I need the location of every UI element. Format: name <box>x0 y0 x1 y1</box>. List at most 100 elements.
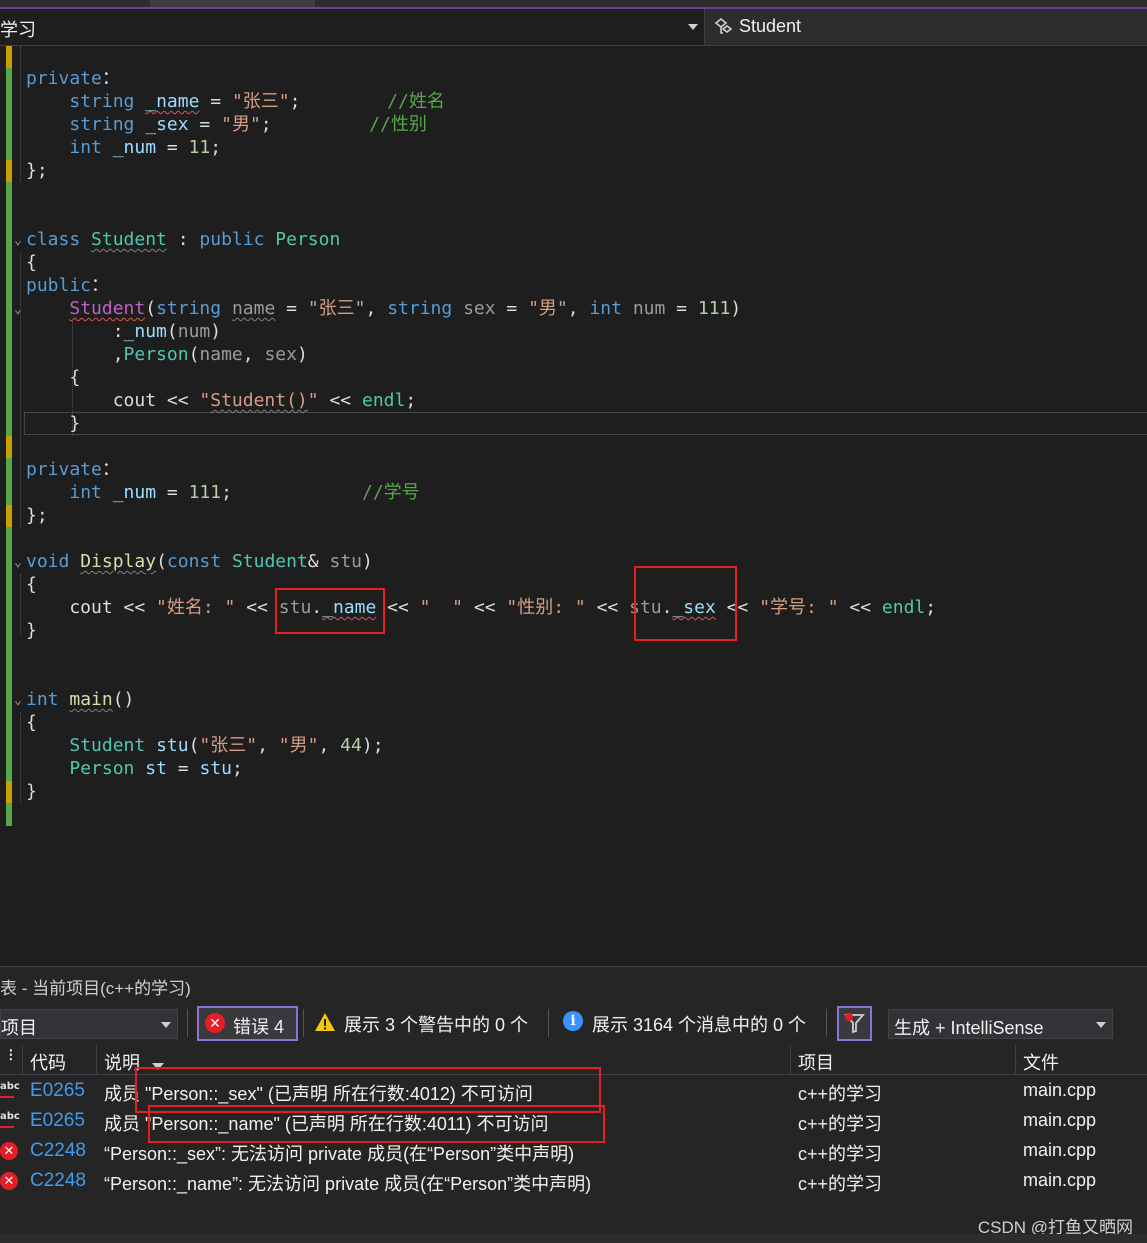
error-code[interactable]: E0265 <box>30 1110 85 1132</box>
code-line[interactable]: private： <box>26 67 120 90</box>
code-token: num <box>177 321 211 342</box>
code-line[interactable]: class Student : public Person <box>26 228 340 251</box>
code-line[interactable]: public： <box>26 274 109 297</box>
code-line[interactable]: }; <box>26 159 48 182</box>
document-tab[interactable] <box>150 0 315 7</box>
code-token: , <box>365 298 388 319</box>
code-token: string <box>69 91 135 112</box>
chevron-down-icon[interactable] <box>161 1022 171 1028</box>
code-line[interactable]: } <box>26 619 37 642</box>
code-line[interactable]: { <box>26 711 37 734</box>
fold-chevron-icon[interactable]: ⌄ <box>14 555 22 570</box>
scope-combo[interactable]: 项目 <box>0 1009 178 1039</box>
error-project: c++的学习 <box>798 1144 883 1164</box>
code-line[interactable]: cout << "姓名: " << stu._name << " " << "性… <box>26 596 936 619</box>
code-token: string <box>156 298 222 319</box>
toolbar-separator <box>303 1009 304 1037</box>
code-line[interactable]: } <box>26 780 37 803</box>
code-token: ( <box>188 735 200 756</box>
class-icon <box>714 17 733 34</box>
code-token: const <box>166 551 222 572</box>
code-token: " <box>199 390 211 411</box>
column-header-project[interactable]: 项目 <box>798 1049 834 1075</box>
indent-guide <box>20 574 21 636</box>
code-token: ; <box>925 597 937 618</box>
code-token: private <box>26 459 102 480</box>
error-list-title: 表 - 当前项目(c++的学习) <box>0 979 191 998</box>
code-line[interactable]: :_num(num) <box>26 320 221 343</box>
column-header-file[interactable]: 文件 <box>1023 1049 1059 1075</box>
code-token: ( <box>156 551 167 572</box>
code-line[interactable]: } <box>26 412 80 435</box>
code-line[interactable]: { <box>26 573 37 596</box>
code-line[interactable]: string _sex = "男"; //性别 <box>26 113 427 136</box>
code-token: _num <box>112 137 157 158</box>
unsaved-change-bar <box>6 436 12 458</box>
code-token: = <box>166 758 200 779</box>
code-token: //性别 <box>369 114 427 135</box>
code-line[interactable]: string _name = "张三"; //姓名 <box>26 90 445 113</box>
chevron-down-icon[interactable] <box>688 24 698 30</box>
code-line[interactable]: cout << "Student()" << endl; <box>26 389 417 412</box>
code-token: string <box>387 298 453 319</box>
column-header-code[interactable]: 代码 <box>30 1049 66 1075</box>
code-line[interactable]: void Display(const Student& stu) <box>26 550 373 573</box>
chevron-down-icon[interactable] <box>1096 1022 1106 1028</box>
code-line[interactable]: private： <box>26 458 120 481</box>
error-code[interactable]: C2248 <box>30 1170 86 1192</box>
code-token: & <box>307 551 330 572</box>
code-line[interactable]: { <box>26 251 37 274</box>
code-line[interactable]: { <box>26 366 80 389</box>
code-token: ) <box>296 344 308 365</box>
code-line[interactable]: Student stu("张三", "男", 44); <box>26 734 383 757</box>
fold-chevron-icon[interactable]: ⌄ <box>14 302 22 317</box>
code-line[interactable]: Person st = stu; <box>26 757 242 780</box>
code-line[interactable]: int main() <box>26 688 134 711</box>
code-token: public <box>199 229 265 250</box>
column-options-icon[interactable]: ⁝ <box>8 1045 14 1066</box>
code-line[interactable]: int _num = 111; //学号 <box>26 481 420 504</box>
code-token: ： <box>101 68 120 89</box>
code-token: ( <box>188 344 200 365</box>
error-code[interactable]: E0265 <box>30 1080 85 1102</box>
fold-chevron-icon[interactable]: ⌄ <box>14 693 22 708</box>
code-token: ; <box>221 482 362 503</box>
code-token: int <box>589 298 622 319</box>
code-token: Person <box>123 344 189 365</box>
project-scope-dropdown[interactable]: 学习 <box>0 9 705 45</box>
code-token: = <box>156 137 189 158</box>
code-token: sex <box>264 344 297 365</box>
unsaved-change-bar <box>6 781 12 803</box>
code-editor[interactable]: ⌄ ⌄ ⌄ ⌄ private： string _name = "张三"; //… <box>0 46 1147 966</box>
build-source-combo[interactable]: 生成 + IntelliSense <box>888 1009 1113 1039</box>
code-token: 111 <box>188 482 222 503</box>
errors-filter-button[interactable]: ✕ 错误 4 <box>197 1006 298 1041</box>
code-token: main <box>69 689 113 710</box>
code-token: }; <box>26 505 48 526</box>
filter-button[interactable] <box>837 1006 872 1041</box>
code-line[interactable]: }; <box>26 504 48 527</box>
code-token: 44 <box>340 735 362 756</box>
code-line[interactable]: Student(string name = "张三", string sex =… <box>26 297 741 320</box>
error-code[interactable]: C2248 <box>30 1140 86 1162</box>
code-token: , <box>318 735 341 756</box>
fold-chevron-icon[interactable]: ⌄ <box>14 233 22 248</box>
column-separator <box>22 1045 23 1074</box>
code-token: sex <box>463 298 496 319</box>
code-line[interactable]: ,Person(name, sex) <box>26 343 308 366</box>
code-token: string <box>69 114 135 135</box>
error-row[interactable]: ✕ C2248 “Person::_name”: 无法访问 private 成员… <box>0 1166 1147 1196</box>
code-token: cout << <box>26 390 200 411</box>
code-token: { <box>26 712 37 733</box>
error-description: “Person::_name”: 无法访问 private 成员(在“Perso… <box>104 1174 592 1194</box>
code-token: //学号 <box>362 482 420 503</box>
code-line[interactable]: int _num = 11; <box>26 136 221 159</box>
